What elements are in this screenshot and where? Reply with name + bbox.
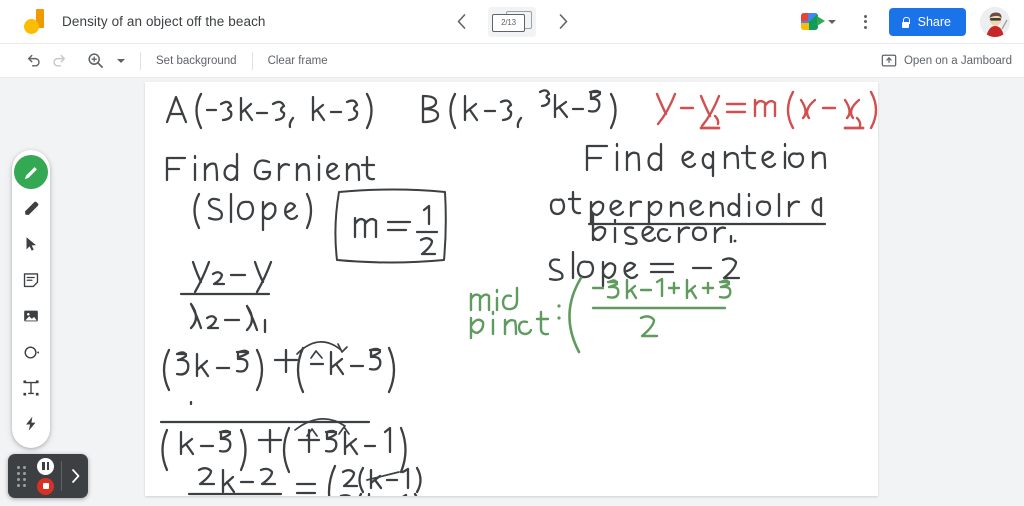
toolbar-divider (251, 51, 253, 70)
user-avatar[interactable] (980, 6, 1010, 37)
jamboard-app: Density of an object off the beach 2/13 (0, 0, 1024, 506)
clear-frame-button[interactable]: Clear frame (259, 50, 337, 72)
chevron-down-icon (827, 19, 836, 24)
chevron-right-icon (71, 469, 79, 483)
jamboard-logo-icon (22, 8, 46, 35)
toolbar-divider (140, 51, 141, 70)
lock-icon (901, 16, 911, 28)
tool-laser[interactable] (14, 407, 48, 441)
chevron-down-icon (117, 58, 125, 63)
text-box-icon (23, 380, 39, 396)
sticky-note-icon (23, 273, 39, 288)
redo-button[interactable] (46, 48, 72, 74)
document-title[interactable]: Density of an object off the beach (62, 14, 266, 29)
circle-shape-icon (24, 345, 39, 359)
frame-counter: 2/13 (501, 18, 516, 27)
jam-canvas[interactable] (145, 82, 878, 496)
pause-recording-button[interactable] (37, 457, 54, 475)
tool-image[interactable] (14, 299, 48, 333)
tool-eraser[interactable] (14, 191, 48, 225)
secondary-toolbar: Set background Clear frame Open on a Jam… (0, 44, 1024, 78)
chevron-left-icon (457, 14, 465, 29)
top-bar-actions: Share (794, 6, 1010, 37)
tool-text-box[interactable] (14, 371, 48, 405)
set-background-button[interactable]: Set background (147, 50, 246, 72)
handwritten-ink-layer (159, 89, 878, 496)
redo-icon (52, 54, 65, 67)
tool-shape[interactable] (14, 335, 48, 369)
undo-icon (27, 54, 40, 67)
frame-selector-button[interactable]: 2/13 (488, 6, 536, 37)
share-button[interactable]: Share (888, 7, 966, 36)
more-options-button[interactable] (853, 8, 879, 36)
tool-select[interactable] (14, 227, 48, 261)
previous-frame-button[interactable] (448, 9, 474, 35)
chevron-right-icon (559, 14, 567, 29)
tool-sticky-note[interactable] (14, 263, 48, 297)
cursor-arrow-icon (26, 237, 36, 251)
drag-handle-icon[interactable] (8, 465, 30, 487)
stop-recording-button[interactable] (37, 477, 54, 495)
next-frame-button[interactable] (550, 9, 576, 35)
zoom-in-icon (87, 53, 103, 68)
zoom-button[interactable] (82, 48, 108, 74)
share-button-label: Share (917, 14, 951, 29)
pen-icon (24, 165, 38, 179)
cast-to-jamboard-icon (881, 54, 897, 67)
zoom-dropdown-button[interactable] (108, 48, 134, 74)
image-icon (24, 310, 38, 322)
recording-controls (30, 457, 61, 495)
avatar-image (980, 6, 1010, 37)
google-meet-icon (800, 13, 825, 30)
frame-navigation: 2/13 (448, 6, 576, 37)
open-on-jamboard-button[interactable]: Open on a Jamboard (881, 53, 1012, 69)
tool-rail (12, 150, 50, 448)
recording-widget (8, 454, 88, 498)
top-bar: Density of an object off the beach 2/13 (0, 0, 1024, 44)
undo-button[interactable] (20, 48, 46, 74)
tool-pen[interactable] (14, 155, 48, 189)
open-on-jamboard-label: Open on a Jamboard (903, 54, 1012, 67)
eraser-icon (24, 201, 38, 215)
expand-recorder-button[interactable] (62, 469, 88, 483)
present-to-meet-button[interactable] (794, 8, 843, 35)
laser-pointer-icon (26, 416, 36, 431)
